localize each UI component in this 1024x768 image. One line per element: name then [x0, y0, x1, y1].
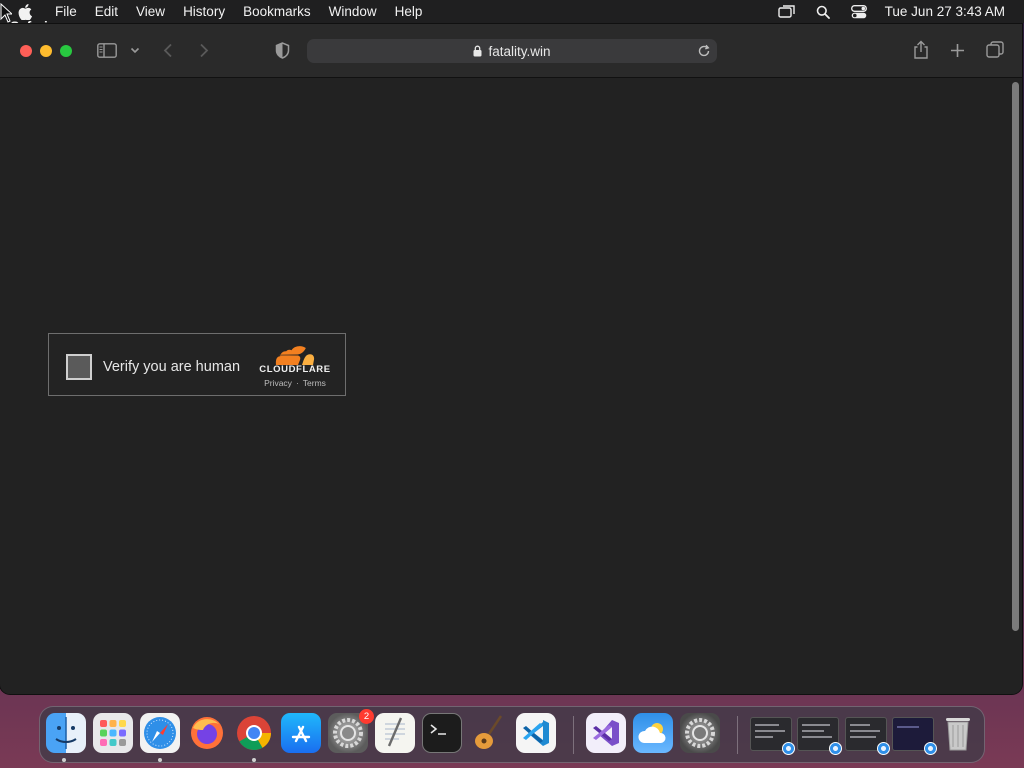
reload-icon[interactable] — [697, 43, 711, 61]
dock-chrome-icon[interactable] — [234, 713, 274, 753]
dock-finder-icon[interactable] — [46, 713, 86, 753]
dock-running-indicator — [158, 758, 162, 762]
safari-badge-icon — [877, 742, 890, 755]
sidebar-icon[interactable] — [97, 43, 117, 58]
forward-icon[interactable] — [199, 43, 209, 58]
menu-history[interactable]: History — [174, 0, 234, 23]
privacy-link[interactable]: Privacy — [264, 378, 292, 388]
spotlight-search-icon[interactable] — [813, 4, 833, 20]
vertical-scrollbar[interactable] — [1012, 82, 1019, 631]
link-separator: · — [295, 378, 299, 388]
control-center-icon[interactable] — [849, 4, 869, 20]
dock-visual-studio-icon[interactable] — [586, 713, 626, 753]
safari-badge-icon — [924, 742, 937, 755]
minimized-window-thumbnail[interactable] — [797, 717, 842, 755]
menu-bar-clock[interactable]: Tue Jun 27 3:43 AM — [885, 4, 1005, 19]
minimized-window-thumbnail[interactable] — [845, 717, 890, 755]
dock-firefox-icon[interactable] — [187, 713, 227, 753]
safari-badge-icon — [782, 742, 795, 755]
dock-instruments-icon[interactable] — [469, 713, 509, 753]
tab-overview-icon[interactable] — [986, 41, 1004, 59]
dock-weather-icon[interactable] — [633, 713, 673, 753]
dock-terminal-icon[interactable] — [422, 713, 462, 753]
safari-badge-icon — [829, 742, 842, 755]
privacy-shield-icon[interactable] — [275, 42, 290, 59]
captcha-links: Privacy · Terms — [255, 378, 335, 388]
browser-toolbar: fatality.win — [0, 24, 1022, 78]
minimized-window-thumbnail[interactable] — [750, 717, 795, 755]
dock-running-indicator — [62, 758, 66, 762]
cloudflare-wordmark: CLOUDFLARE — [259, 364, 331, 375]
back-icon[interactable] — [163, 43, 173, 58]
screen-mirroring-icon[interactable] — [777, 4, 797, 20]
dock-app-store-icon[interactable] — [281, 713, 321, 753]
dock-separator — [737, 716, 738, 754]
close-window-button[interactable] — [20, 45, 32, 57]
safari-window: fatality.win Verify you are human CLOUDF… — [0, 24, 1022, 694]
dock-separator — [573, 716, 574, 754]
notification-badge: 2 — [359, 709, 374, 724]
chevron-down-icon[interactable] — [130, 47, 140, 54]
terms-link[interactable]: Terms — [303, 378, 326, 388]
verify-checkbox[interactable] — [66, 354, 92, 380]
cloudflare-captcha-widget: Verify you are human CLOUDFLARE Privacy ·… — [48, 333, 346, 396]
dock-running-indicator — [252, 758, 256, 762]
menu-view[interactable]: View — [127, 0, 174, 23]
menu-help[interactable]: Help — [386, 0, 432, 23]
address-bar[interactable]: fatality.win — [307, 39, 717, 63]
zoom-window-button[interactable] — [60, 45, 72, 57]
menu-edit[interactable]: Edit — [86, 0, 127, 23]
web-content: Verify you are human CLOUDFLARE Privacy ·… — [0, 78, 1022, 694]
menu-bookmarks[interactable]: Bookmarks — [234, 0, 320, 23]
share-icon[interactable] — [913, 40, 929, 59]
menu-bar: Safari File Edit View History Bookmarks … — [0, 0, 1024, 34]
dock-textedit-icon[interactable] — [375, 713, 415, 753]
dock-trash-icon[interactable] — [938, 713, 978, 753]
dock-vscode-icon[interactable] — [516, 713, 556, 753]
dock: 2 — [39, 706, 985, 763]
minimized-window-thumbnail[interactable] — [892, 717, 937, 755]
verify-label: Verify you are human — [103, 359, 241, 375]
mouse-cursor-icon — [0, 2, 14, 28]
minimize-window-button[interactable] — [40, 45, 52, 57]
new-tab-icon[interactable] — [950, 43, 965, 58]
lock-icon — [473, 45, 482, 57]
dock-safari-icon[interactable] — [140, 713, 180, 753]
dock-system-settings-icon[interactable]: 2 — [328, 709, 374, 753]
dock-launchpad-icon[interactable] — [93, 713, 133, 753]
menu-window[interactable]: Window — [320, 0, 386, 23]
dock-settings-icon[interactable] — [680, 713, 720, 753]
url-text: fatality.win — [488, 43, 551, 59]
